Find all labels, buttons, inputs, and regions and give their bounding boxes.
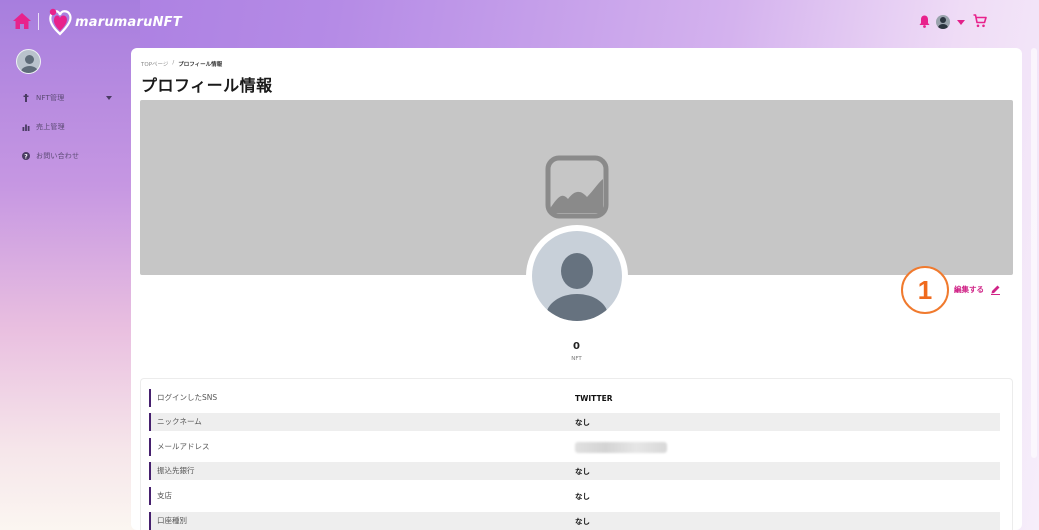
blurred-email-value	[575, 441, 667, 453]
breadcrumb: TOPページ / プロフィール情報	[141, 60, 222, 68]
page-title: プロフィール情報	[141, 76, 273, 95]
user-menu[interactable]	[936, 13, 968, 31]
breadcrumb-home[interactable]: TOPページ	[141, 60, 168, 68]
row-value: なし	[575, 516, 590, 526]
nft-count: 0	[573, 341, 580, 352]
sidebar-item-contact[interactable]: ? お問い合わせ	[22, 149, 112, 163]
row-label: メールアドレス	[149, 438, 575, 456]
row-label: ログインしたSNS	[149, 389, 575, 407]
header-divider	[38, 13, 39, 30]
table-row: ログインしたSNS TWITTER	[149, 389, 1000, 407]
avatar-placeholder-icon	[532, 231, 622, 321]
row-value: なし	[575, 466, 590, 476]
sidebar-item-label: 売上管理	[36, 123, 65, 131]
table-row: メールアドレス	[149, 438, 1000, 456]
nft-count-label: NFT	[571, 356, 582, 362]
pencil-icon	[991, 285, 1000, 295]
edit-profile-button[interactable]: 編集する	[954, 284, 1001, 295]
profile-info-table: ログインしたSNS TWITTER ニックネーム なし メールアドレス 振込先銀…	[140, 378, 1013, 530]
breadcrumb-separator: /	[172, 60, 175, 66]
row-value: なし	[575, 491, 590, 501]
edit-label: 編集する	[954, 285, 984, 294]
user-avatar	[936, 15, 950, 29]
table-row: 振込先銀行 なし	[149, 462, 1000, 480]
sidebar-item-label: NFT管理	[36, 94, 65, 102]
page-scrollbar[interactable]	[1031, 48, 1037, 458]
table-row: ニックネーム なし	[149, 413, 1000, 431]
profile-avatar[interactable]	[526, 225, 628, 327]
logo-heart-icon	[49, 8, 72, 36]
logo-text: marumaruNFT	[75, 14, 182, 30]
sidebar-item-sales[interactable]: 売上管理	[22, 120, 112, 134]
sidebar-item-label: お問い合わせ	[36, 152, 80, 160]
profile-card: TOPページ / プロフィール情報 プロフィール情報 1 編集する 0 NFT …	[131, 48, 1022, 530]
nft-icon	[23, 94, 29, 102]
home-icon[interactable]	[13, 13, 31, 29]
row-value: TWITTER	[575, 393, 613, 403]
row-label: 振込先銀行	[149, 462, 575, 480]
sidebar-avatar[interactable]	[16, 49, 41, 74]
cart-icon[interactable]	[973, 14, 987, 28]
row-label: 口座種別	[149, 512, 575, 530]
top-bar: marumaruNFT	[0, 0, 1039, 44]
logo[interactable]: marumaruNFT	[47, 7, 182, 37]
sidebar-background	[0, 0, 140, 530]
table-row: 支店 なし	[149, 487, 1000, 505]
row-label: 支店	[149, 487, 575, 505]
bell-icon[interactable]	[919, 15, 930, 28]
chart-icon	[22, 124, 30, 131]
sidebar-item-nft[interactable]: NFT管理	[22, 91, 112, 105]
svg-text:?: ?	[24, 153, 28, 160]
row-value: なし	[575, 417, 590, 427]
row-label: ニックネーム	[149, 413, 575, 431]
chevron-down-icon	[957, 19, 965, 25]
table-row: 口座種別 なし	[149, 512, 1000, 530]
question-icon: ?	[22, 152, 30, 160]
image-placeholder-icon	[545, 155, 609, 219]
breadcrumb-current: プロフィール情報	[178, 62, 223, 68]
chevron-down-icon	[106, 96, 112, 100]
callout-number: 1	[917, 275, 933, 305]
step-callout-badge: 1	[901, 266, 949, 314]
